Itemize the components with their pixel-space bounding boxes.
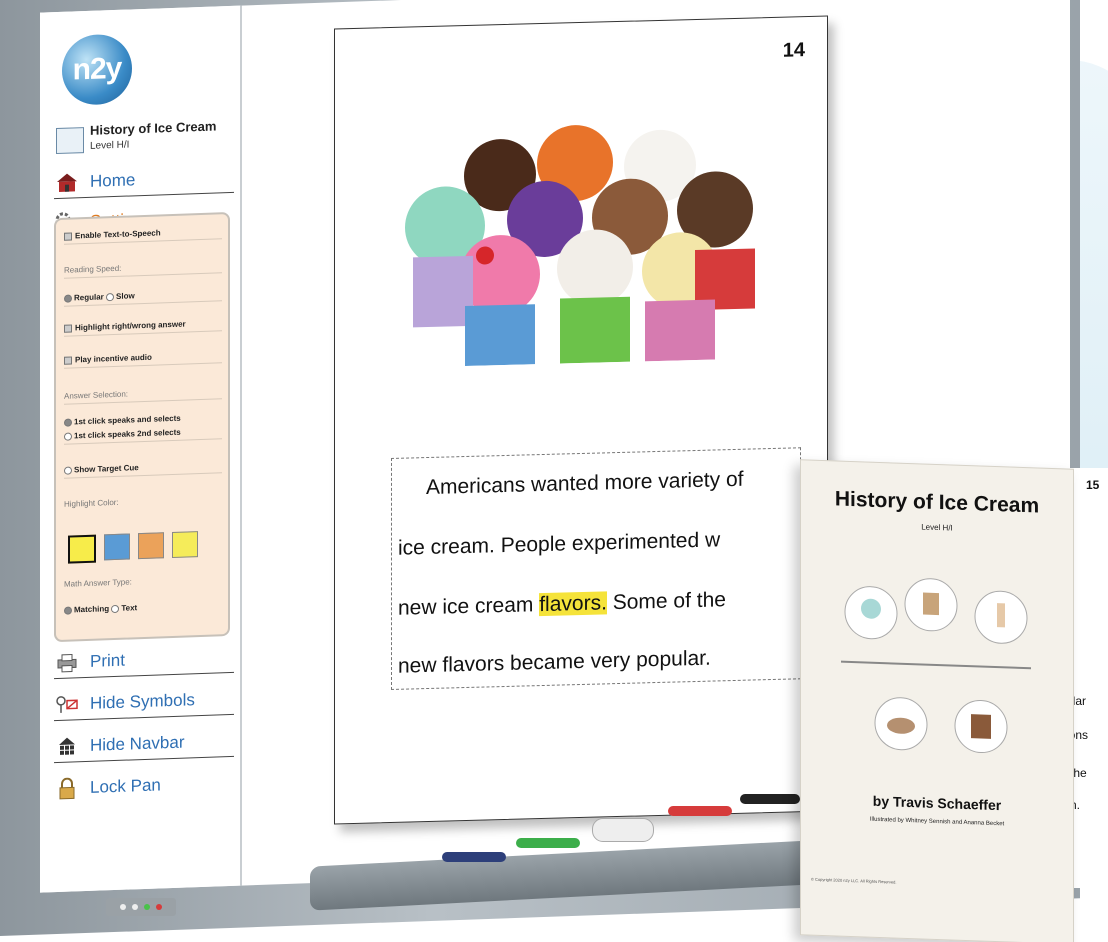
book-level: Level H/I — [90, 139, 130, 152]
led-white-2 — [132, 904, 138, 910]
first-click-speaks-label: 1st click speaks 2nd selects — [74, 427, 181, 441]
incentive-audio-label: Play incentive audio — [75, 352, 152, 365]
swatch-blue[interactable] — [104, 533, 130, 561]
highlight-answer-checkbox[interactable] — [64, 324, 72, 333]
text-line-1: Americans wanted more variety of — [426, 467, 744, 500]
cover-title: History of Ice Cream — [834, 487, 1040, 518]
tts-checkbox[interactable] — [64, 232, 72, 241]
slow-radio[interactable] — [106, 292, 115, 302]
navbar-icon — [54, 735, 80, 758]
black-pen[interactable] — [740, 794, 800, 804]
highlight-color-swatches — [68, 531, 198, 564]
highlight-answer-label: Highlight right/wrong answer — [75, 319, 186, 333]
slow-label: Slow — [116, 291, 135, 301]
target-cue-row[interactable]: Show Target Cue — [64, 460, 222, 479]
tts-label: Enable Text-to-Speech — [75, 228, 161, 241]
book-icon — [56, 127, 84, 155]
highlight-answer-row[interactable]: Highlight right/wrong answer — [64, 318, 222, 337]
nav-hide-symbols[interactable]: Hide Symbols — [54, 683, 234, 722]
target-cue-radio[interactable] — [64, 466, 72, 475]
book-page: 14 Americans wanted more variety of ice … — [334, 15, 828, 825]
tts-row[interactable]: Enable Text-to-Speech — [64, 226, 222, 245]
lock-icon — [54, 777, 80, 800]
printer-icon — [54, 651, 80, 674]
red-pen[interactable] — [668, 806, 732, 816]
settings-panel: Enable Text-to-Speech Reading Speed: Reg… — [54, 211, 230, 643]
navbar: n2y History of Ice Cream Level H/I Home — [40, 5, 242, 893]
status-leds — [106, 898, 176, 916]
led-green — [144, 904, 150, 910]
regular-radio[interactable] — [64, 294, 72, 303]
first-click-speaks-radio[interactable] — [64, 432, 72, 441]
math-answer-caption: Math Answer Type: — [64, 577, 132, 589]
cover-author: by Travis Schaeffer — [872, 792, 1002, 814]
hide-symbols-icon — [54, 693, 80, 716]
highlighted-word[interactable]: flavors. — [539, 591, 607, 617]
highlight-color-caption: Highlight Color: — [64, 497, 119, 509]
nav-lock-pan[interactable]: Lock Pan — [54, 768, 234, 804]
text-line-2: ice cream. People experimented w — [398, 528, 721, 560]
swatch-yellow[interactable] — [68, 534, 96, 564]
cover-footer: © Copyright 2020 n2y LLC. All Rights Res… — [811, 876, 897, 885]
incentive-audio-checkbox[interactable] — [64, 356, 72, 365]
text-line-4: new flavors became very popular. — [398, 646, 711, 678]
swatch-custom[interactable] — [172, 531, 198, 558]
eraser[interactable] — [592, 818, 654, 842]
swatch-orange[interactable] — [138, 532, 164, 560]
reading-text-box[interactable]: Americans wanted more variety of ice cre… — [391, 447, 801, 690]
green-pen[interactable] — [516, 838, 580, 848]
answer-selection-caption: Answer Selection: — [64, 386, 222, 405]
led-white-1 — [120, 904, 126, 910]
house-icon — [54, 171, 80, 194]
timeline-illustration — [841, 578, 1031, 754]
nav-hide-navbar-label: Hide Navbar — [90, 732, 185, 755]
n2y-logo[interactable]: n2y — [62, 33, 132, 106]
cover-illustrators: Illustrated by Whitney Sennish and Anann… — [869, 816, 1005, 828]
nav-print-label: Print — [90, 650, 125, 671]
incentive-audio-row[interactable]: Play incentive audio — [64, 350, 222, 369]
target-cue-label: Show Target Cue — [74, 463, 139, 475]
text-radio[interactable] — [111, 604, 120, 614]
page-number: 14 — [782, 39, 805, 62]
book-info: History of Ice Cream Level H/I — [56, 117, 246, 164]
nav-print[interactable]: Print — [54, 641, 234, 680]
cover-level: Level H/I — [921, 522, 953, 533]
text-label: Text — [121, 603, 138, 613]
text-line-3-end: Some of the — [606, 588, 726, 615]
first-click-speaks-row[interactable]: 1st click speaks 2nd selects — [64, 426, 222, 445]
text-line-3: new ice cream flavors. Some of the — [398, 588, 726, 621]
first-click-selects-label: 1st click speaks and selects — [74, 413, 181, 427]
first-click-selects-radio[interactable] — [64, 418, 72, 427]
led-red — [156, 904, 162, 910]
matching-radio[interactable] — [64, 606, 72, 615]
book-cover: History of Ice Cream Level H/I by Travis… — [800, 459, 1074, 942]
nav-lock-pan-label: Lock Pan — [90, 775, 161, 797]
matching-label: Matching — [74, 604, 110, 615]
math-answer-options: Matching Text — [64, 600, 222, 618]
reading-speed-options: Regular Slow — [64, 288, 222, 307]
nav-home[interactable]: Home — [54, 161, 234, 200]
nav-home-label: Home — [90, 170, 136, 191]
nav-hide-navbar[interactable]: Hide Navbar — [54, 725, 234, 764]
text-line-3-start: new ice cream — [398, 593, 540, 620]
regular-label: Regular — [74, 292, 104, 303]
logo-text: n2y — [72, 51, 122, 87]
blue-pen[interactable] — [442, 852, 506, 862]
reading-speed-caption: Reading Speed: — [64, 260, 222, 279]
nav-hide-symbols-label: Hide Symbols — [90, 690, 195, 713]
next-page-number: 15 — [1086, 478, 1100, 492]
ice-cream-cups-illustration — [405, 125, 755, 367]
book-title: History of Ice Cream — [90, 118, 217, 138]
smartboard-scene: n2y History of Ice Cream Level H/I Home — [0, 0, 1108, 942]
